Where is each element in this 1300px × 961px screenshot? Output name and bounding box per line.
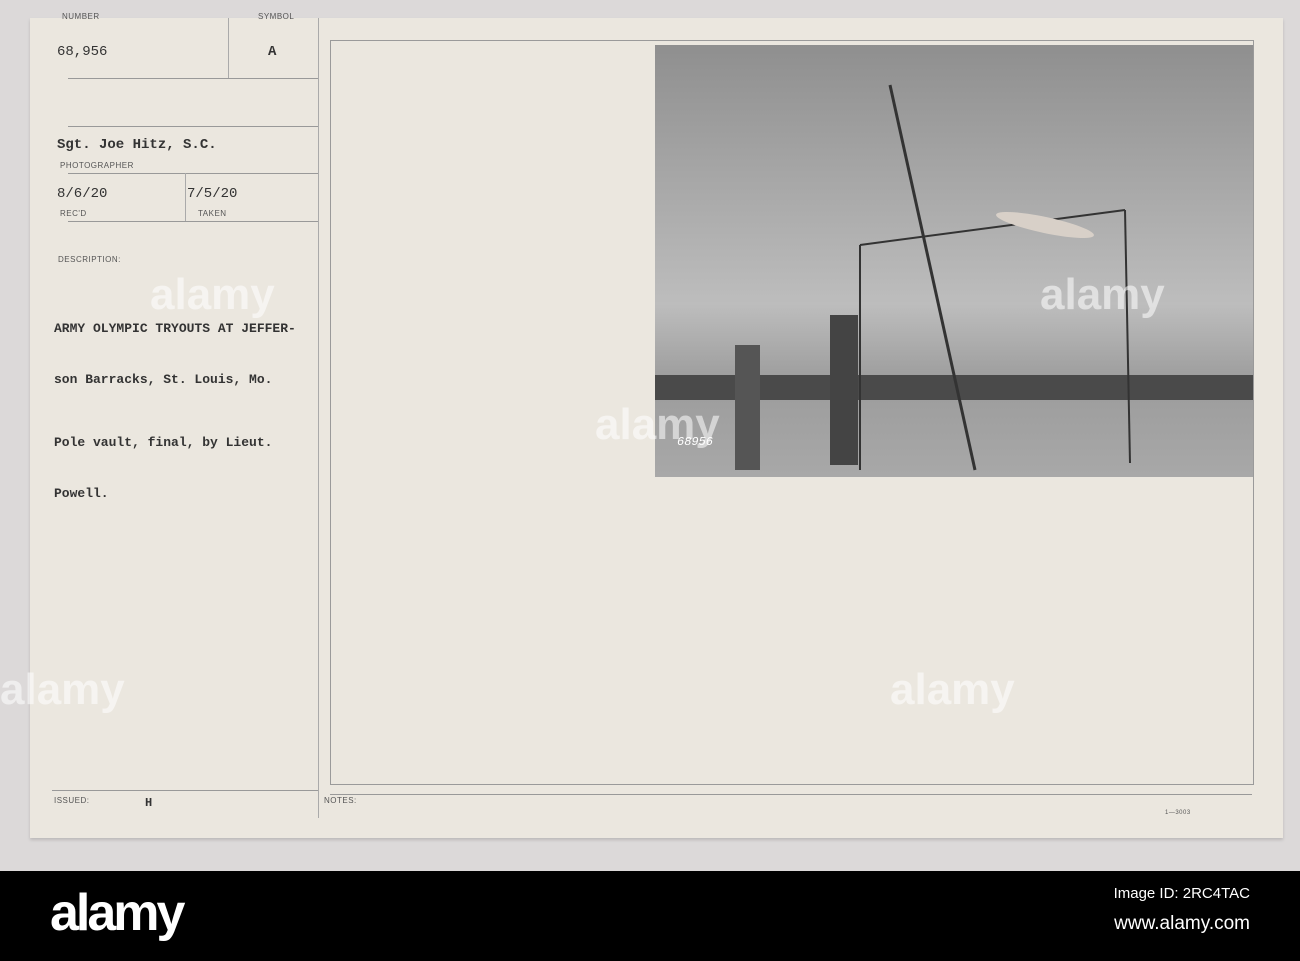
taken-value: 7/5/20 — [187, 186, 238, 202]
description-label: DESCRIPTION: — [58, 255, 121, 264]
athlete — [830, 315, 858, 465]
description-line: Powell. — [54, 486, 109, 501]
vaulting-pole — [888, 84, 977, 471]
rule — [68, 221, 318, 222]
crossbar — [859, 209, 1126, 246]
received-label: REC'D — [60, 209, 87, 218]
symbol-value: A — [268, 44, 277, 60]
image-id: Image ID: 2RC4TAC — [1113, 885, 1250, 902]
soldier — [735, 345, 760, 470]
notes-label: NOTES: — [324, 796, 357, 805]
watermark-footer: alamy Image ID: 2RC4TAC www.alamy.com — [0, 871, 1300, 961]
rule — [68, 78, 318, 79]
description-line: Pole vault, final, by Lieut. — [54, 435, 273, 450]
pole-vault-scene: 68956 — [655, 84, 1253, 471]
watermark-text: alamy — [150, 270, 275, 319]
number-value: 68,956 — [57, 44, 108, 60]
symbol-label: SYMBOL — [258, 12, 295, 21]
photographer-label: PHOTOGRAPHER — [60, 161, 134, 170]
watermark-text: alamy — [0, 665, 125, 714]
rule — [330, 794, 1252, 795]
issued-mark: H — [145, 796, 153, 810]
website-link[interactable]: www.alamy.com — [1114, 913, 1250, 935]
number-symbol-divider — [228, 18, 229, 78]
watermark-text: alamy — [1040, 270, 1165, 319]
description-line: son Barracks, St. Louis, Mo. — [54, 372, 273, 387]
alamy-logo: alamy — [50, 884, 185, 942]
issued-label: ISSUED: — [54, 796, 90, 805]
watermark-text: alamy — [890, 665, 1015, 714]
description-line: ARMY OLYMPIC TRYOUTS AT JEFFER- — [54, 321, 296, 336]
form-code: 1—3003 — [1165, 810, 1191, 816]
taken-label: TAKEN — [198, 209, 227, 218]
received-value: 8/6/20 — [57, 186, 108, 202]
upright-right — [1124, 209, 1131, 464]
date-divider — [185, 173, 186, 221]
number-label: NUMBER — [62, 12, 100, 21]
photographer-value: Sgt. Joe Hitz, S.C. — [57, 137, 217, 153]
column-divider — [318, 18, 319, 818]
watermark-text: alamy — [595, 400, 720, 449]
pole-vault-photo: 68956 — [655, 45, 1253, 477]
rule — [68, 126, 318, 127]
rule — [52, 790, 318, 791]
description-text: ARMY OLYMPIC TRYOUTS AT JEFFER- son Barr… — [54, 286, 296, 536]
rule — [68, 173, 318, 174]
